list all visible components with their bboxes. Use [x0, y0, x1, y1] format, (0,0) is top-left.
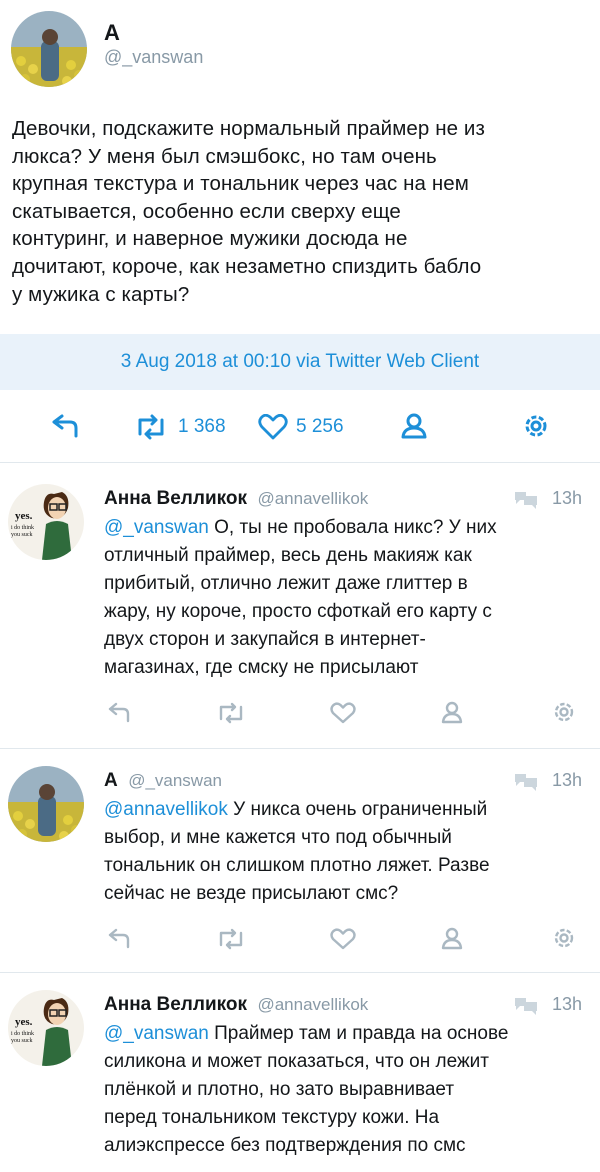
reply-text: @annavellikok У никса очень ограниченный…	[104, 796, 574, 908]
conversation-icon	[515, 492, 537, 509]
reply-author-name[interactable]: Анна Велликок	[104, 488, 247, 509]
tweet-timestamp[interactable]: 3 Aug 2018 at 00:10 via Twitter Web Clie…	[0, 351, 600, 373]
avatar-annavellikok[interactable]: yes. i do think you suck	[8, 990, 84, 1066]
avatar-photo	[8, 766, 84, 842]
reply-line: двух сторон и закупайся в интернет-	[104, 629, 426, 650]
mention-link[interactable]: @_vanswan	[104, 517, 209, 538]
gear-icon[interactable]	[552, 926, 576, 950]
reply-author-handle[interactable]: @annavellikok	[257, 489, 368, 508]
tweet-line: Девочки, подскажите нормальный праймер н…	[12, 117, 485, 140]
reply-time[interactable]: 13h	[552, 488, 582, 509]
reply-icon[interactable]	[106, 928, 132, 950]
reply-header: Анна Велликок @annavellikok	[104, 994, 368, 1016]
reply-icon[interactable]	[106, 702, 132, 724]
like-icon	[258, 414, 288, 440]
avatar-illustration: yes. i do think you suck	[8, 484, 84, 560]
tweet-line: дочитают, короче, как незаметно спиздить…	[12, 254, 482, 278]
divider	[0, 462, 600, 463]
like-count: 5 256	[296, 416, 344, 437]
user-icon[interactable]	[400, 412, 428, 440]
tweet-line: контуринг, и наверное мужики досюда не	[12, 227, 408, 251]
reply-line: жару, ну короче, просто сфоткай его карт…	[104, 601, 492, 622]
reply-line: выбор, и мне кажется что под обычный	[104, 827, 452, 848]
reply-line: магазинах, где смску не присылают	[104, 657, 419, 678]
avatar-sub-text: you suck	[11, 532, 33, 538]
tweet-line: крупная текстура и тональник через час н…	[12, 172, 469, 196]
tweet-line: скатывается, особенно если сверху еще	[12, 199, 401, 223]
avatar-yes-text: yes.	[15, 510, 33, 522]
like-icon[interactable]	[330, 928, 356, 950]
author-handle[interactable]: @_vanswan	[104, 47, 203, 68]
reply-text: @_vanswan О, ты не пробовала никс? У них…	[104, 514, 574, 682]
avatar-annavellikok[interactable]: yes. i do think you suck	[8, 484, 84, 560]
divider	[0, 748, 600, 749]
tweet-text: Девочки, подскажите нормальный праймер н…	[12, 115, 592, 308]
conversation-icon	[515, 998, 537, 1015]
gear-icon[interactable]	[522, 412, 550, 440]
reply-header: A @_vanswan	[104, 770, 222, 792]
tweet-line: люкса? У меня был смэшбокс, но там очень	[12, 144, 437, 168]
avatar-sub-text: i do think	[11, 1031, 34, 1037]
like-icon[interactable]	[330, 702, 356, 724]
reply-author-handle[interactable]: @_vanswan	[128, 771, 222, 790]
avatar-vanswan[interactable]	[11, 11, 87, 87]
reply-line: плёнкой и плотно, но зато выравнивает	[104, 1079, 455, 1100]
reply-line: силикона и может показаться, что он лежи…	[104, 1051, 489, 1072]
mention-link[interactable]: @annavellikok	[104, 799, 228, 820]
reply-header: Анна Велликок @annavellikok	[104, 488, 368, 510]
reply-time[interactable]: 13h	[552, 994, 582, 1015]
reply-text: @_vanswan Праймер там и правда на основе…	[104, 1020, 574, 1160]
user-icon[interactable]	[440, 700, 464, 724]
user-icon[interactable]	[440, 926, 464, 950]
avatar-illustration: yes. i do think you suck	[8, 990, 84, 1066]
reply-line: перед тональником текстуру кожи. На	[104, 1107, 440, 1128]
reply-line: отличный праймер, весь день макияж как	[104, 545, 472, 566]
reply-icon[interactable]	[50, 414, 80, 440]
reply-author-handle[interactable]: @annavellikok	[257, 995, 368, 1014]
reply-line: У никса очень ограниченный	[227, 799, 488, 820]
reply-time[interactable]: 13h	[552, 770, 582, 791]
reply-line: Праймер там и правда на основе	[208, 1023, 509, 1044]
reply-line: прибитый, отлично лежит даже глиттер в	[104, 573, 468, 594]
divider	[0, 972, 600, 973]
retweet-icon[interactable]	[216, 928, 246, 950]
retweet-icon[interactable]	[216, 702, 246, 724]
conversation-icon	[515, 774, 537, 791]
reply-line: сейчас не везде присылают смс?	[104, 883, 399, 904]
author-name[interactable]: A	[104, 20, 120, 46]
tweet-line: у мужика с карты?	[12, 282, 190, 306]
avatar-photo	[11, 11, 87, 87]
reply-author-name[interactable]: Анна Велликок	[104, 994, 247, 1015]
reply-author-name[interactable]: A	[104, 770, 118, 791]
mention-link[interactable]: @_vanswan	[104, 1023, 209, 1044]
avatar-sub-text: i do think	[11, 525, 34, 531]
retweet-count: 1 368	[178, 416, 226, 437]
avatar-vanswan[interactable]	[8, 766, 84, 842]
reply-line: тональник он слишком плотно ляжет. Разве	[104, 855, 490, 876]
avatar-sub-text: you suck	[11, 1038, 33, 1044]
retweet-icon	[138, 414, 164, 440]
reply-line: О, ты не пробовала никс? У них	[208, 517, 497, 538]
reply-line: алиэкспрессе без подтверждения по смс	[104, 1135, 466, 1156]
gear-icon[interactable]	[552, 700, 576, 724]
avatar-yes-text: yes.	[15, 1016, 33, 1028]
